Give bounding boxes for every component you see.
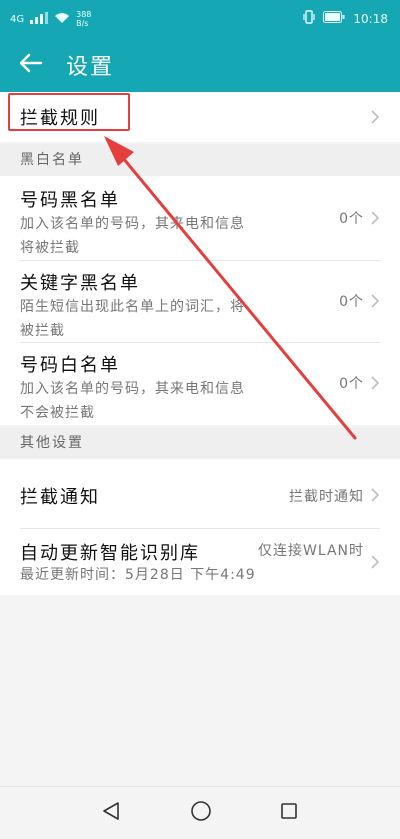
section-title-blacklist: 黑白名单 [0,144,400,176]
vibrate-icon [303,10,316,27]
clock: 10:18 [353,11,388,26]
status-bar: 4G 388 B/s 10:18 [0,0,400,36]
item-desc: 加入该名单的号码，其来电和信息将被拦截 [20,216,245,256]
item-count: 0个 [339,294,364,310]
auto-update-row[interactable]: 自动更新智能识别库 最近更新时间：5月28日 下午4:49 仅连接WLAN时 [0,529,400,595]
system-nav-bar [0,786,400,839]
item-desc: 加入该名单的号码，其来电和信息不会被拦截 [20,381,245,421]
item-label: 关键字黑名单 [20,273,140,294]
nav-recent-button[interactable] [274,801,304,825]
chevron-right-icon [370,210,380,226]
auto-update-value: 仅连接WLAN时 [257,543,364,559]
arrow-left-icon [19,53,43,77]
item-count: 0个 [339,376,364,392]
screen: 4G 388 B/s 10:18 设置 拦截规则 黑白名单 号码黑名单 加入该名… [0,0,400,839]
item-count: 0个 [339,211,364,227]
auto-update-desc: 最近更新时间：5月28日 下午4:49 [20,567,256,583]
wifi-icon [54,12,70,27]
nav-back-button[interactable] [96,801,126,825]
item-label: 号码黑名单 [20,190,120,211]
notify-value: 拦截时通知 [289,489,364,505]
app-header-bar: 4G 388 B/s 10:18 设置 [0,0,400,92]
item-label: 号码白名单 [20,355,120,376]
page-title: 设置 [66,55,115,80]
signal-icon [30,11,49,27]
square-recent-icon [279,801,299,825]
circle-home-icon [190,800,212,826]
section-title-other: 其他设置 [0,427,400,459]
auto-update-label: 自动更新智能识别库 [20,543,200,564]
highlight-box [8,93,130,131]
list-item-keyword-blacklist[interactable]: 关键字黑名单 陌生短信出现此名单上的词汇，将被拦截 0个 [0,261,400,343]
nav-home-button[interactable] [186,801,216,825]
signal-label: 4G [10,13,25,25]
intercept-notify-row[interactable]: 拦截通知 拦截时通知 [0,459,400,529]
chevron-right-icon [370,293,380,309]
battery-icon [323,11,345,26]
item-desc: 陌生短信出现此名单上的词汇，将被拦截 [20,299,245,339]
list-item-number-blacklist[interactable]: 号码黑名单 加入该名单的号码，其来电和信息将被拦截 0个 [0,176,400,261]
chevron-right-icon [370,375,380,391]
notify-label: 拦截通知 [20,487,100,508]
chevron-right-icon [370,487,380,503]
toolbar: 设置 [0,40,400,90]
net-speed: 388 B/s [76,10,92,28]
triangle-back-icon [102,801,120,825]
chevron-right-icon [370,109,380,125]
chevron-right-icon [370,554,380,570]
list-item-number-whitelist[interactable]: 号码白名单 加入该名单的号码，其来电和信息不会被拦截 0个 [0,343,400,425]
back-button[interactable] [2,43,60,87]
